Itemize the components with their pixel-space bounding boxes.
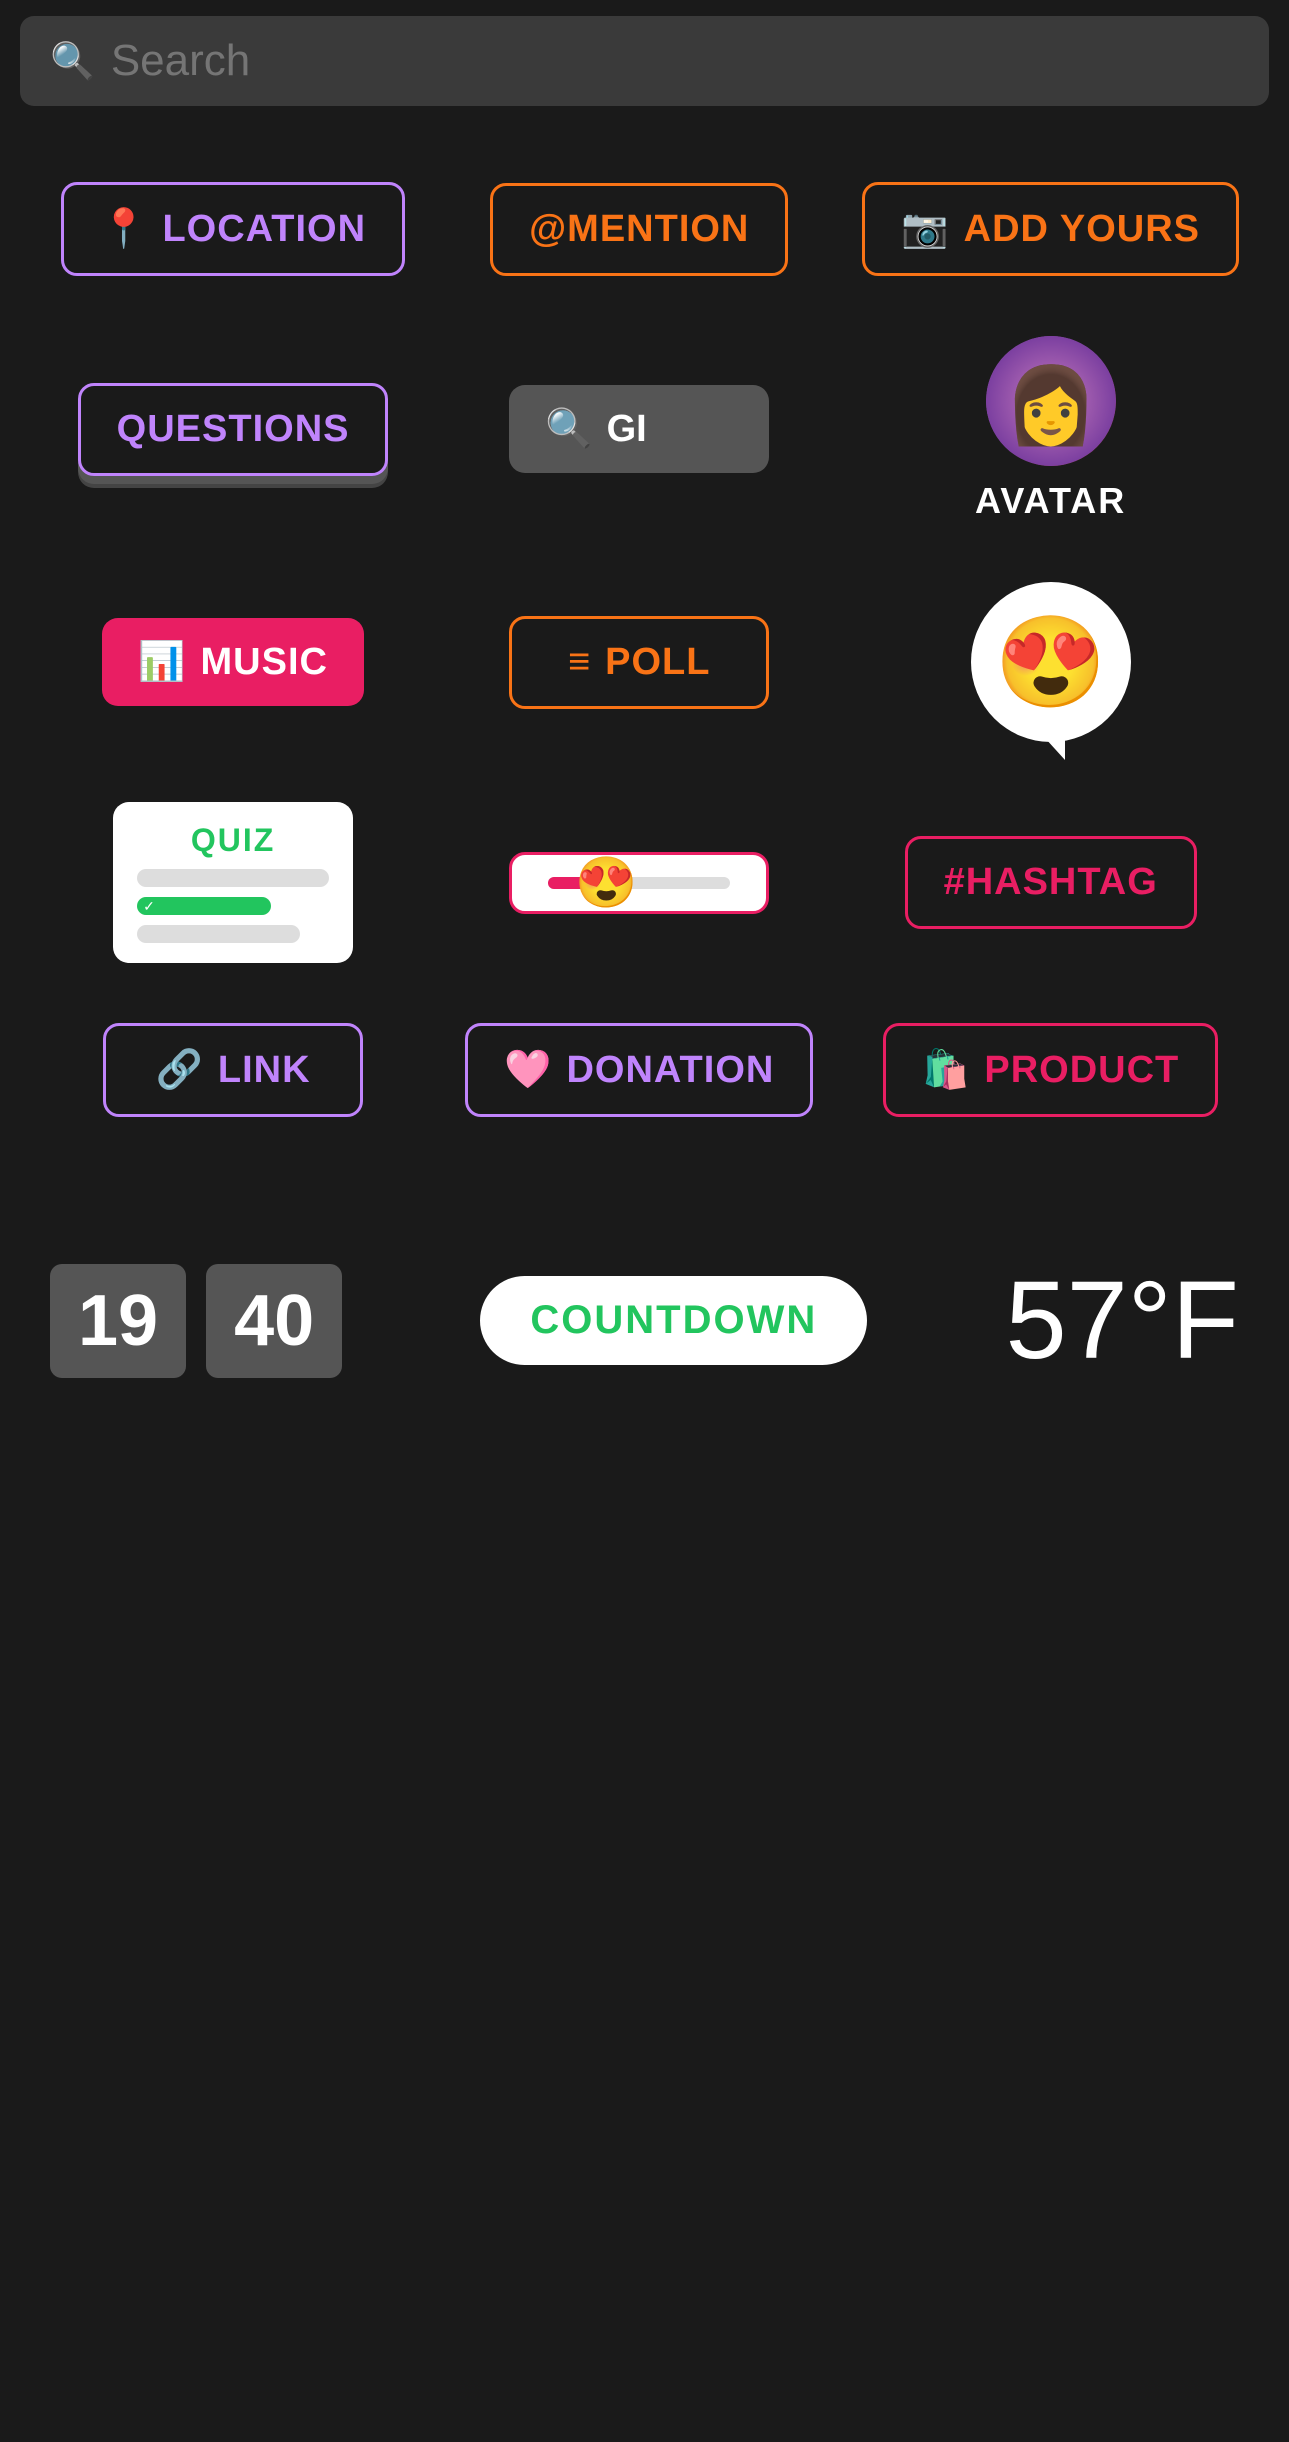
addyours-label: ADD YOURS <box>964 208 1200 251</box>
bottom-row: 19 40 COUNTDOWN 57°F <box>0 1217 1289 1424</box>
product-label: PRODUCT <box>984 1049 1179 1092</box>
svg-text:👩: 👩 <box>1004 363 1097 448</box>
quiz-card: QUIZ ✓ <box>113 802 353 963</box>
sticker-grid: 📍 LOCATION @MENTION 📷 ADD YOURS QUESTION… <box>0 122 1289 1177</box>
slider-card: 😍 <box>509 852 769 914</box>
temperature-display: 57°F <box>1005 1257 1239 1384</box>
shopping-icon: 🛍️ <box>922 1048 970 1092</box>
bottom-numbers: 19 40 <box>50 1264 342 1378</box>
quiz-title: QUIZ <box>137 822 329 859</box>
poll-label: POLL <box>605 641 710 684</box>
sticker-item-poll[interactable]: ≡ POLL <box>456 582 822 742</box>
camera-icon: 📷 <box>901 207 949 251</box>
mention-label: @MENTION <box>529 208 749 251</box>
link-icon: 🔗 <box>156 1048 204 1092</box>
sticker-item-donation[interactable]: 🩷 DONATION <box>456 1023 822 1117</box>
donation-label: DONATION <box>566 1049 774 1092</box>
sticker-item-hashtag[interactable]: #HASHTAG <box>862 802 1239 963</box>
slider-track: 😍 <box>548 877 730 889</box>
location-icon: 📍 <box>100 207 148 251</box>
sticker-item-link[interactable]: 🔗 LINK <box>50 1023 416 1117</box>
search-icon: 🔍 <box>50 40 95 82</box>
heart-icon: 🩷 <box>504 1048 552 1092</box>
music-label: MUSIC <box>201 641 328 684</box>
number-box-1: 19 <box>50 1264 186 1378</box>
emoji-icon: 😍 <box>995 610 1107 715</box>
gif-search-icon: 🔍 <box>545 407 592 451</box>
slider-emoji: 😍 <box>575 853 637 912</box>
link-label: LINK <box>218 1049 311 1092</box>
music-icon: 📊 <box>138 640 186 684</box>
sticker-item-location[interactable]: 📍 LOCATION <box>50 182 416 276</box>
number-box-2: 40 <box>206 1264 342 1378</box>
countdown-label: COUNTDOWN <box>530 1298 817 1343</box>
quiz-bar-2: ✓ <box>137 897 271 915</box>
sticker-item-addyours[interactable]: 📷 ADD YOURS <box>862 182 1239 276</box>
quiz-bar-1 <box>137 869 329 887</box>
questions-label: QUESTIONS <box>117 408 350 451</box>
search-bar[interactable]: 🔍 <box>20 16 1269 106</box>
poll-icon: ≡ <box>568 641 591 684</box>
hashtag-label: #HASHTAG <box>944 861 1158 904</box>
search-input[interactable] <box>111 36 1239 86</box>
sticker-item-product[interactable]: 🛍️ PRODUCT <box>862 1023 1239 1117</box>
sticker-item-slider[interactable]: 😍 <box>456 802 822 963</box>
quiz-check-icon: ✓ <box>143 898 155 915</box>
location-label: LOCATION <box>162 208 366 251</box>
avatar-image: 👩 <box>986 336 1116 466</box>
sticker-item-gif[interactable]: 🔍 GI <box>456 336 822 522</box>
gif-label: GI <box>607 408 647 451</box>
sticker-item-questions[interactable]: QUESTIONS <box>50 336 416 522</box>
emoji-bubble: 😍 <box>971 582 1131 742</box>
sticker-item-music[interactable]: 📊 MUSIC <box>50 582 416 742</box>
sticker-item-quiz[interactable]: QUIZ ✓ <box>50 802 416 963</box>
countdown-sticker[interactable]: COUNTDOWN <box>480 1276 867 1365</box>
sticker-item-avatar[interactable]: 👩 AVATAR <box>862 336 1239 522</box>
avatar-label: AVATAR <box>975 480 1126 522</box>
sticker-item-emoji[interactable]: 😍 <box>862 582 1239 742</box>
quiz-bar-3 <box>137 925 300 943</box>
sticker-item-mention[interactable]: @MENTION <box>456 182 822 276</box>
